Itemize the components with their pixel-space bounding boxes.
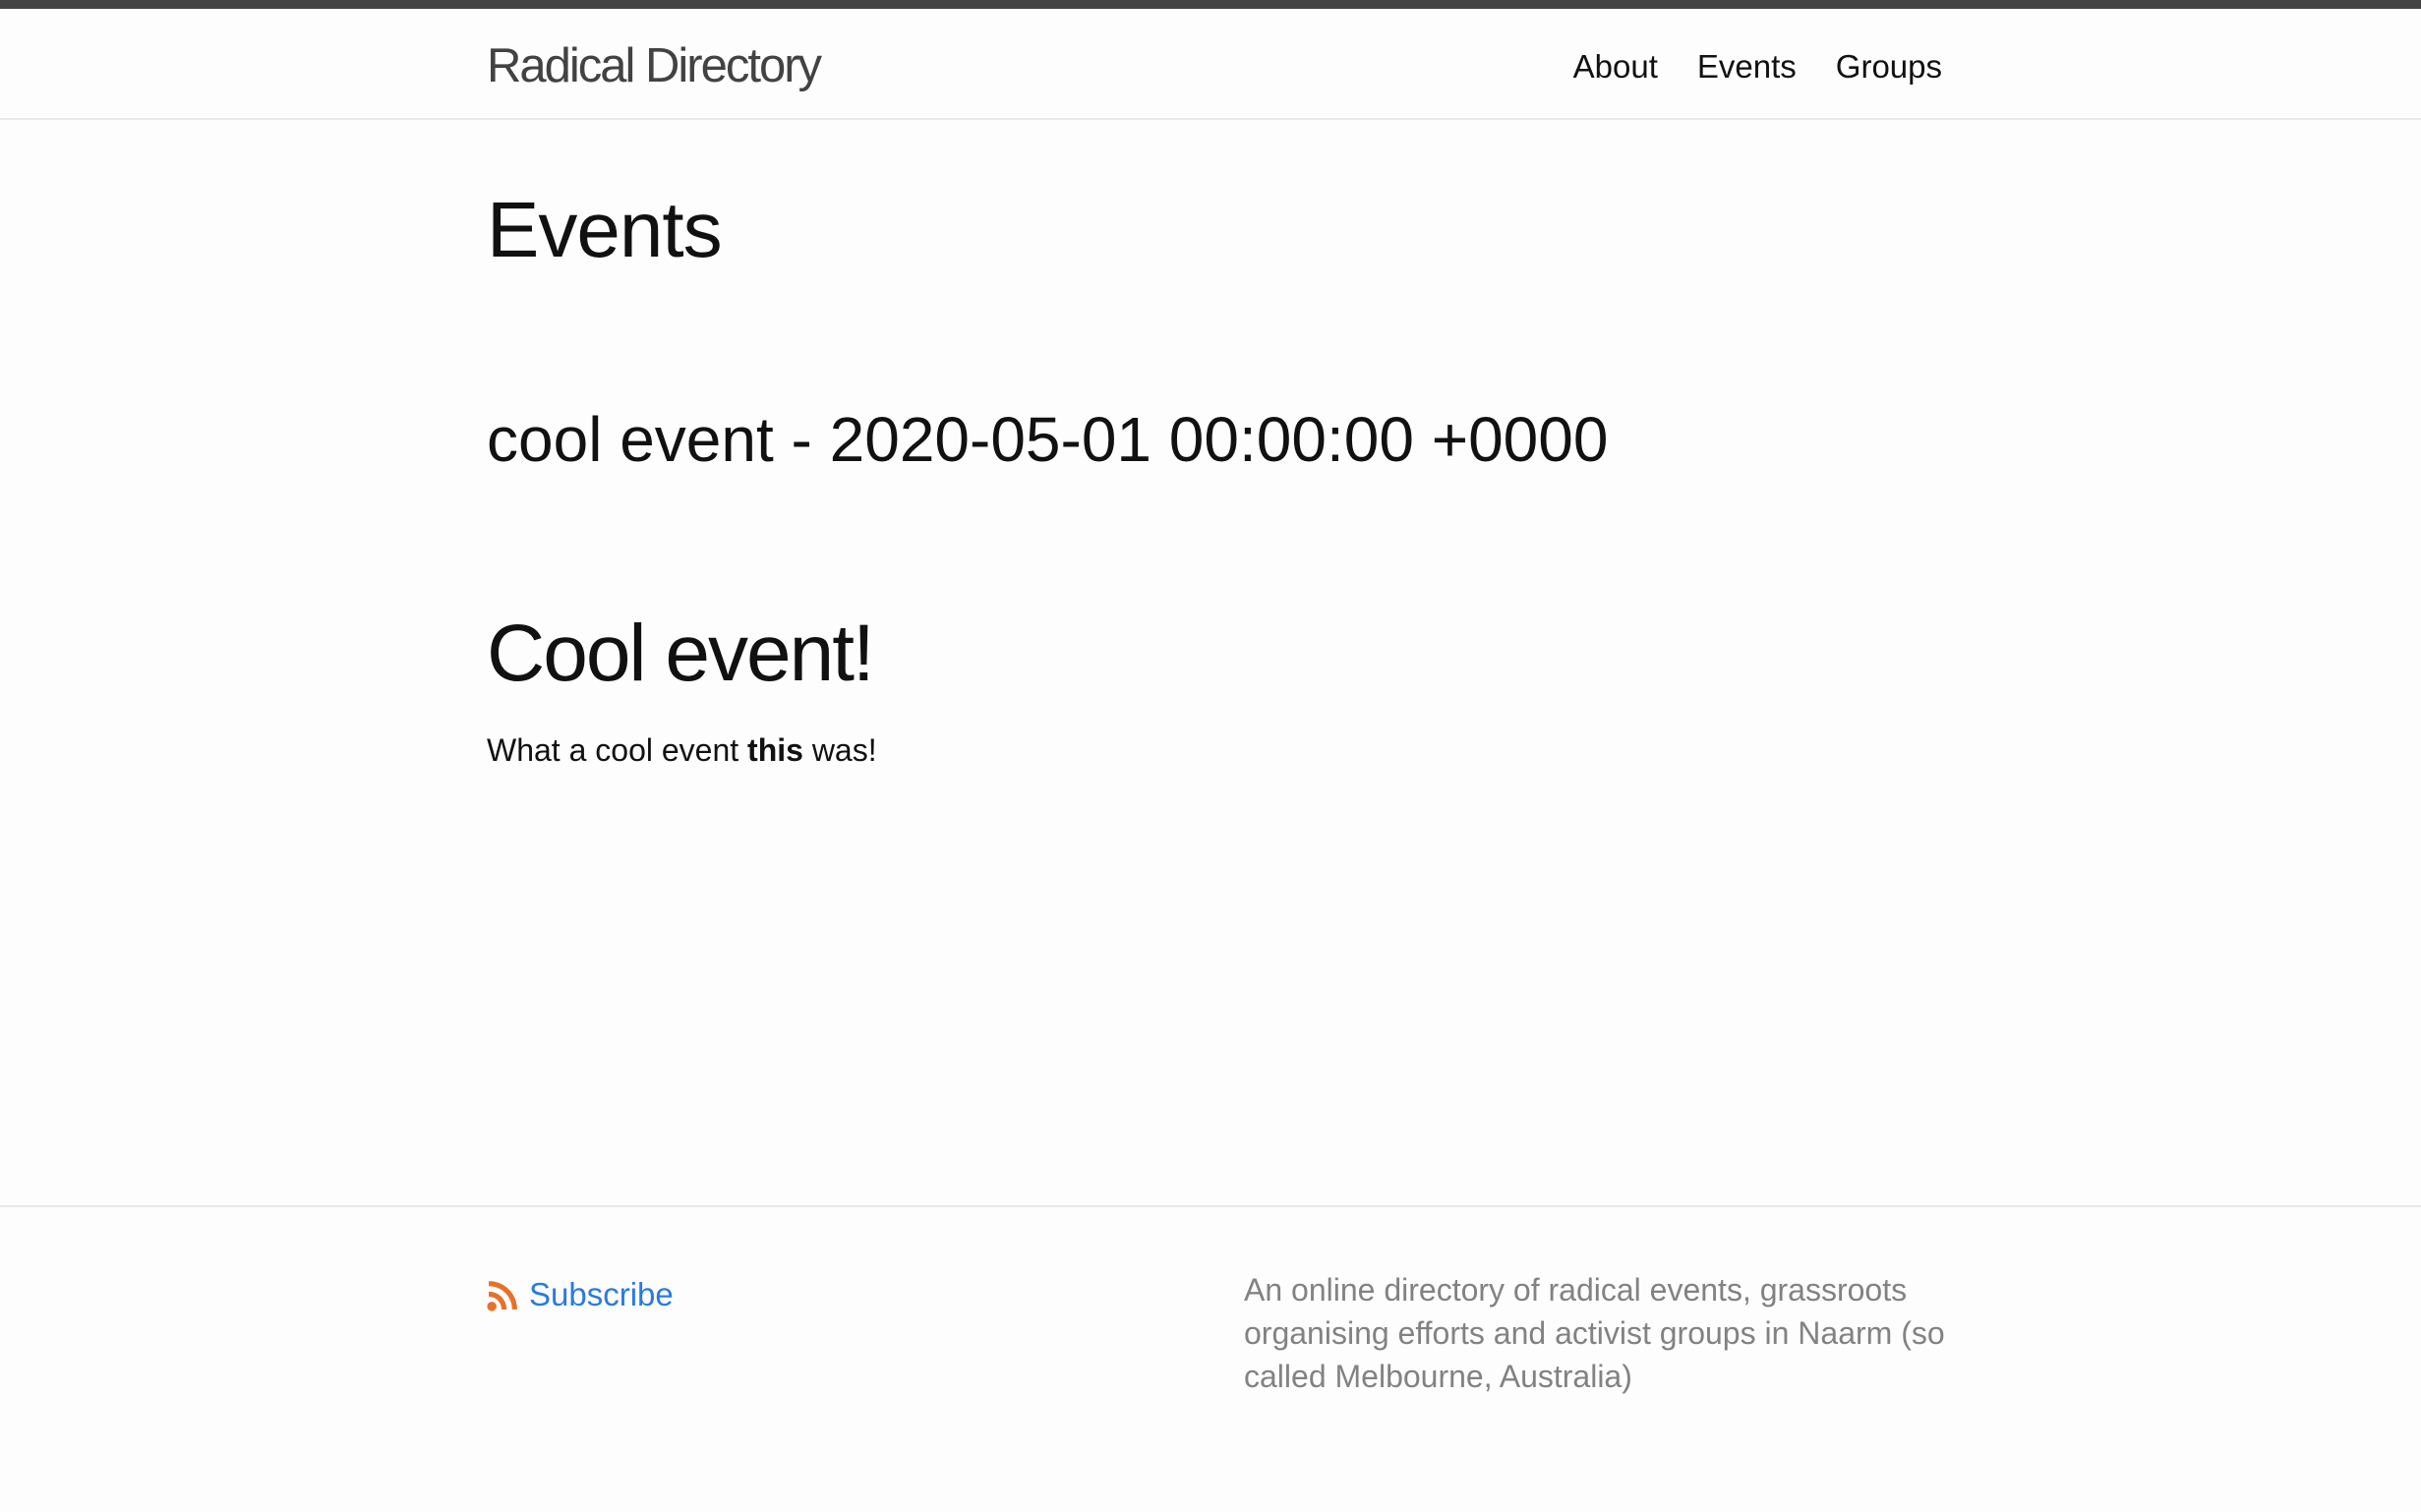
site-footer: Subscribe An online directory of radical… [0,1205,2421,1512]
site-header: Radical Directory About Events Groups [0,9,2421,120]
subscribe-label: Subscribe [529,1276,674,1312]
nav-link-about[interactable]: About [1573,48,1658,86]
nav-link-groups[interactable]: Groups [1836,48,1942,86]
event-content-heading: Cool event! [487,609,875,698]
nav-link-events[interactable]: Events [1697,48,1797,86]
event-description-text-end: was! [802,732,877,768]
event-description-text-start: What a cool event [487,732,748,768]
top-accent-bar [0,0,2421,9]
subscribe-link[interactable]: Subscribe [487,1276,674,1313]
event-description-bold: this [747,732,803,768]
site-nav: About Events Groups [1573,48,1942,86]
page-title: Events [487,186,723,273]
site-description: An online directory of radical events, g… [1244,1272,1945,1394]
site-title-link[interactable]: Radical Directory [487,38,822,93]
event-title: cool event - 2020-05-01 00:00:00 +0000 [487,404,1609,475]
rss-icon [487,1279,519,1311]
event-description: What a cool event this was! [487,732,877,769]
